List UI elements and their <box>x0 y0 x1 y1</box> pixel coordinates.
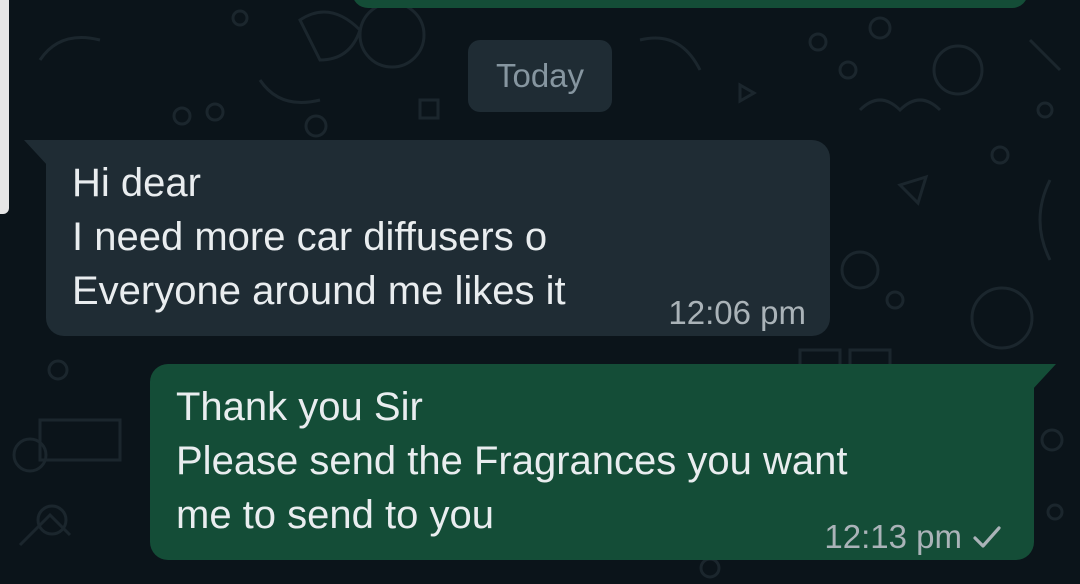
message-timestamp: 12:06 pm <box>668 294 806 331</box>
incoming-bubble-tail <box>24 140 48 166</box>
single-check-icon <box>973 526 1001 548</box>
incoming-message-bubble[interactable]: Hi dear I need more car diffusers o Ever… <box>46 140 830 336</box>
message-text-line: me to send to you <box>176 493 494 537</box>
previous-message-bubble[interactable] <box>352 0 1028 8</box>
date-divider: Today <box>468 40 612 112</box>
message-text-line: Hi dear <box>72 161 201 205</box>
outgoing-bubble-tail <box>1032 364 1056 390</box>
message-text-line: Thank you Sir <box>176 385 423 429</box>
message-text-line: I need more car diffusers o <box>72 215 548 259</box>
message-meta: 12:06 pm <box>668 286 806 340</box>
scroll-indicator[interactable] <box>0 0 9 214</box>
message-meta: 12:13 pm <box>824 510 1002 564</box>
message-text-line: Please send the Fragrances you want <box>176 439 848 483</box>
outgoing-message-bubble[interactable]: Thank you Sir Please send the Fragrances… <box>150 364 1034 560</box>
message-text-line: Everyone around me likes it <box>72 269 566 313</box>
date-divider-label: Today <box>495 57 585 94</box>
message-timestamp: 12:13 pm <box>824 518 962 555</box>
